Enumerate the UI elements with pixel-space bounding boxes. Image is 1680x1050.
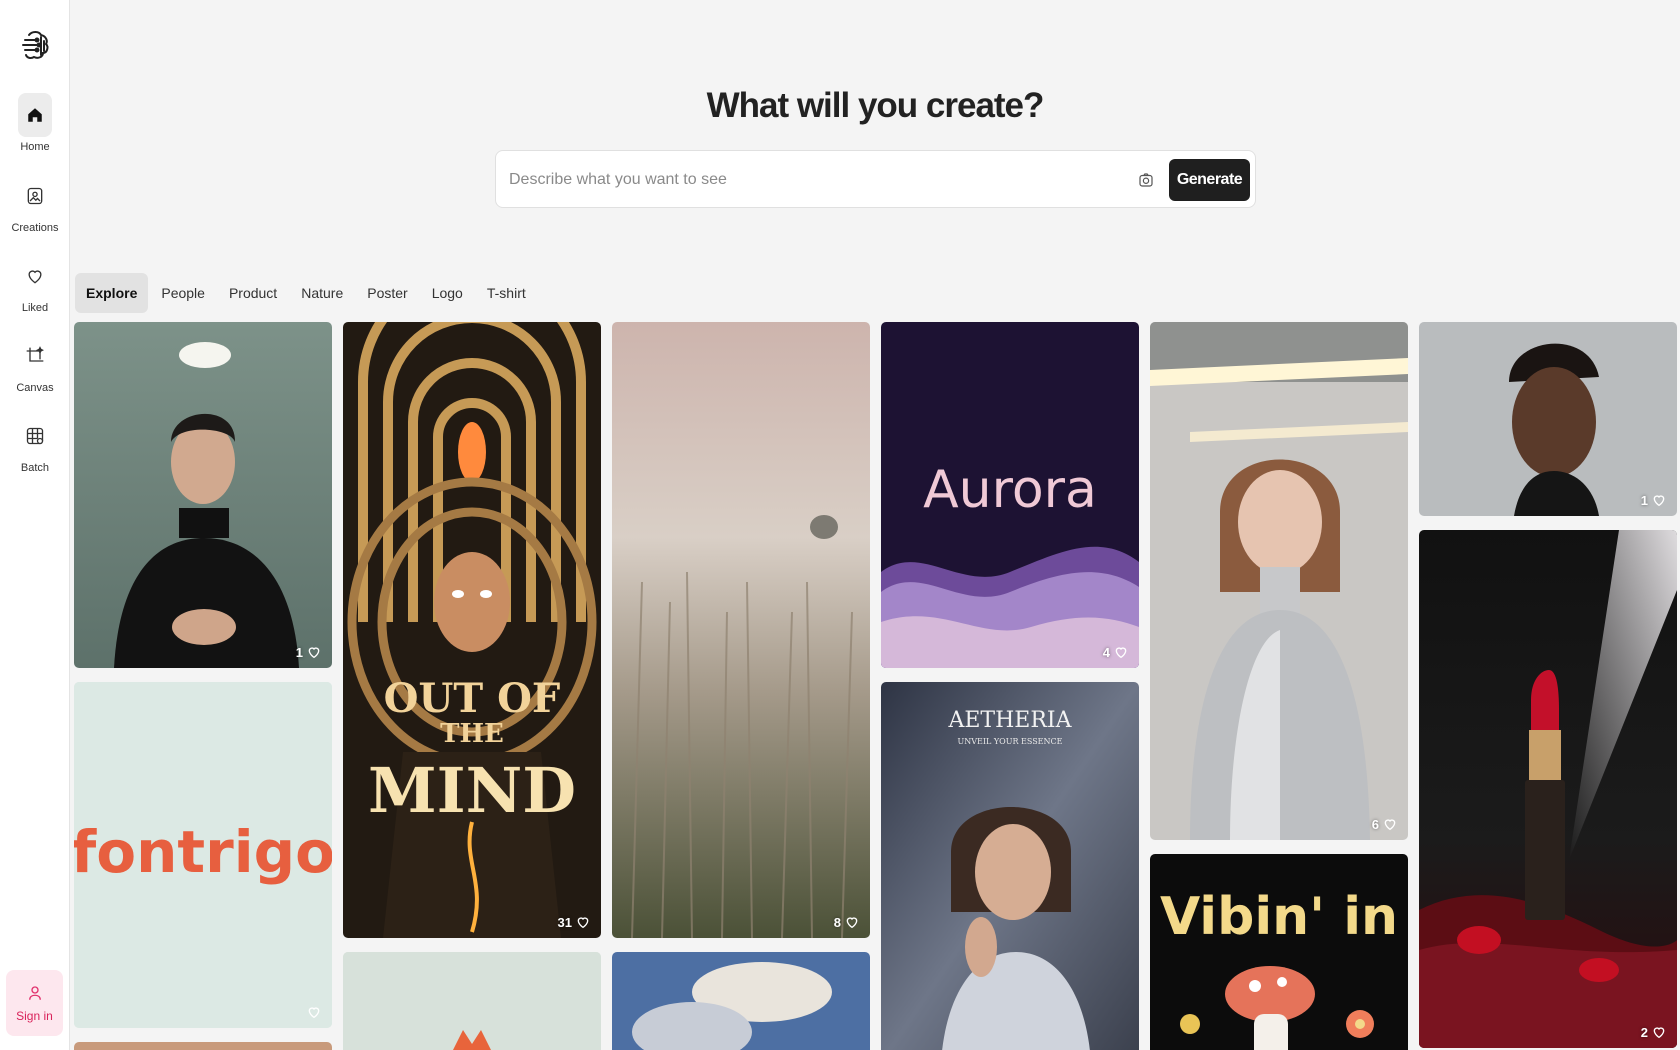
misty-field-image	[612, 322, 870, 938]
user-icon	[28, 986, 41, 1000]
sidebar-item-label: Liked	[21, 302, 49, 314]
like-counter[interactable]: 31	[558, 914, 591, 930]
aetheria-portrait-image: AETHERIA UNVEIL YOUR ESSENCE	[881, 682, 1139, 1050]
heart-icon	[1653, 1027, 1665, 1039]
generate-button[interactable]: Generate	[1169, 159, 1250, 201]
vibin-tshirt-image: Vibin' in	[1150, 854, 1408, 1050]
sidebar-item-home[interactable]: Home	[0, 93, 70, 153]
prompt-input[interactable]	[509, 163, 1119, 197]
tab-people[interactable]: People	[150, 273, 216, 313]
aurora-logo-image: Aurora	[881, 322, 1139, 668]
svg-text:Aurora: Aurora	[923, 460, 1097, 520]
gallery-card[interactable]: Vibin' in	[1150, 854, 1408, 1050]
gallery-card[interactable]: OUT OF THE MIND 31	[343, 322, 601, 938]
svg-text:MIND: MIND	[368, 754, 576, 827]
brain-logo-icon[interactable]	[17, 28, 53, 64]
heart-icon	[308, 647, 320, 659]
silver-top-woman-image	[1150, 322, 1408, 840]
heart-icon	[308, 1007, 320, 1019]
like-counter[interactable]: 8	[834, 914, 860, 930]
gallery-card[interactable]: Aurora 4	[881, 322, 1139, 668]
tab-poster[interactable]: Poster	[356, 273, 418, 313]
crop-icon	[18, 334, 52, 378]
sidebar-item-label: Batch	[20, 462, 50, 474]
heart-icon	[577, 917, 589, 929]
flame-logo-image	[343, 952, 601, 1050]
image-icon	[18, 174, 52, 218]
sign-in-button[interactable]: Sign in	[6, 970, 63, 1036]
gallery-card[interactable]: 1	[74, 322, 332, 668]
heart-icon	[1115, 647, 1127, 659]
sidebar-item-label: Home	[20, 141, 50, 153]
page-title: What will you create?	[706, 86, 1045, 125]
gallery-card[interactable]: 6	[1150, 322, 1408, 840]
like-counter[interactable]: 2	[1641, 1024, 1667, 1040]
heart-icon	[18, 254, 52, 298]
man-turtleneck-image	[74, 322, 332, 668]
heart-icon	[1653, 495, 1665, 507]
like-counter[interactable]	[303, 1004, 322, 1020]
heart-icon	[846, 917, 858, 929]
like-counter[interactable]: 1	[296, 644, 322, 660]
sidebar-item-batch[interactable]: Batch	[0, 414, 70, 474]
sidebar: Home Creations Liked Canvas Batch Sign i…	[0, 0, 70, 1050]
fontrigo-logo-image: fontrigo	[74, 682, 332, 1028]
sidebar-item-creations[interactable]: Creations	[0, 174, 70, 234]
gallery-card[interactable]: 8	[612, 322, 870, 938]
home-icon	[18, 93, 52, 137]
tab-nature[interactable]: Nature	[290, 273, 354, 313]
gallery-card[interactable]	[612, 952, 870, 1050]
sidebar-item-liked[interactable]: Liked	[0, 254, 70, 314]
grid-icon	[18, 414, 52, 458]
svg-text:OUT OF: OUT OF	[384, 675, 561, 722]
like-counter[interactable]: 1	[1641, 492, 1667, 508]
tab-explore[interactable]: Explore	[75, 273, 149, 313]
fontrigo-text: fontrigo	[74, 818, 332, 886]
gallery-card[interactable]: AETHERIA UNVEIL YOUR ESSENCE	[881, 682, 1139, 1050]
svg-text:AETHERIA: AETHERIA	[947, 708, 1072, 733]
sidebar-item-label: Canvas	[16, 382, 54, 394]
red-lipstick-image	[1419, 530, 1677, 1048]
sidebar-item-label: Creations	[11, 222, 59, 234]
gallery-card[interactable]	[74, 1042, 332, 1050]
man-portrait-image	[1419, 322, 1677, 516]
sidebar-item-canvas[interactable]: Canvas	[0, 334, 70, 394]
gallery-card[interactable]: 1	[1419, 322, 1677, 516]
like-counter[interactable]: 4	[1103, 644, 1129, 660]
like-counter[interactable]: 6	[1372, 816, 1398, 832]
sign-in-label: Sign in	[16, 1009, 53, 1023]
tab-logo[interactable]: Logo	[421, 273, 474, 313]
cloud-sky-image	[612, 952, 870, 1050]
svg-text:Vibin' in: Vibin' in	[1160, 887, 1398, 947]
camera-icon[interactable]	[1134, 168, 1158, 192]
gallery-card[interactable]: fontrigo	[74, 682, 332, 1028]
svg-text:UNVEIL YOUR ESSENCE: UNVEIL YOUR ESSENCE	[958, 737, 1063, 746]
tab-product[interactable]: Product	[218, 273, 288, 313]
heart-icon	[1384, 819, 1396, 831]
tab-tshirt[interactable]: T-shirt	[476, 273, 537, 313]
category-tabs: Explore People Product Nature Poster Log…	[75, 273, 537, 313]
out-of-the-mind-poster-image: OUT OF THE MIND	[343, 322, 601, 938]
svg-text:THE: THE	[440, 719, 504, 749]
prompt-bar: Generate	[495, 150, 1256, 208]
gallery-card[interactable]: 2	[1419, 530, 1677, 1048]
gallery-card[interactable]	[343, 952, 601, 1050]
